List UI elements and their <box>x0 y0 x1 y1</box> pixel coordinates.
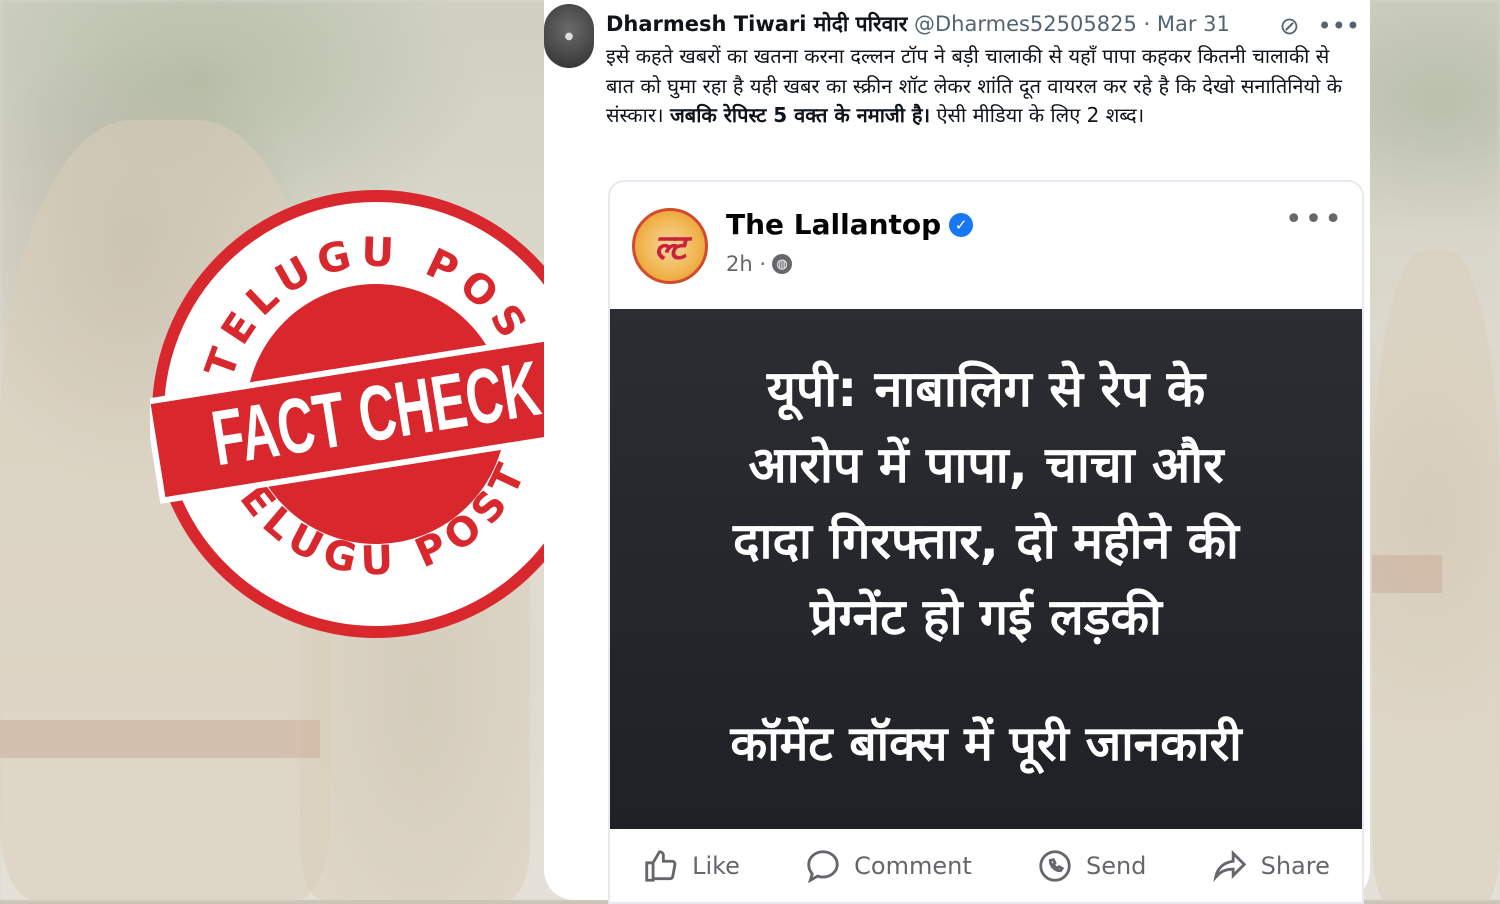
comment-button[interactable]: Comment <box>804 847 972 885</box>
grok-icon[interactable]: ⊘ <box>1279 12 1299 40</box>
whatsapp-icon <box>1039 849 1071 882</box>
post-date[interactable]: Mar 31 <box>1157 12 1230 36</box>
image-subline: कॉमेंट बॉक्स में पूरी जानकारी <box>730 716 1242 772</box>
send-button[interactable]: Send <box>1036 847 1146 885</box>
page-name-label: The Lallantop <box>726 208 942 241</box>
headline-line: दादा गिरफ्तार, दो महीने की <box>732 512 1240 570</box>
headline-line: आरोप में पापा, चाचा और <box>748 436 1224 494</box>
verified-badge-icon: ✓ <box>949 212 974 237</box>
tweet-header: Dharmesh Tiwari मोदी परिवार @Dharmes5250… <box>606 10 1306 38</box>
post-image[interactable]: यूपी: नाबालिग से रेप के आरोप में पापा, च… <box>610 309 1362 829</box>
headline-line: प्रेग्नेंट हो गई लड़की <box>810 588 1162 646</box>
thumbs-up-icon <box>645 849 677 882</box>
lallantop-logo[interactable]: ल्ट <box>632 208 708 284</box>
globe-icon: ◍ <box>772 254 793 274</box>
post-time[interactable]: 2h · ◍ <box>726 252 793 276</box>
share-label: Share <box>1260 851 1330 880</box>
send-label: Send <box>1085 851 1147 880</box>
fact-check-stamp: TELUGU POST TELUGU POST FACT CHECK <box>150 188 602 640</box>
headline-line: यूपी: नाबालिग से रेप के <box>766 360 1206 418</box>
logo-text: ल्ट <box>654 228 686 268</box>
author-handle[interactable]: @Dharmes52505825 <box>914 12 1137 36</box>
tweet-top-actions: ⊘ ••• <box>1279 12 1360 40</box>
page-name[interactable]: The Lallantop ✓ <box>726 208 974 241</box>
tweet-text-part2: ऐसी मीडिया के लिए 2 शब्द। <box>930 103 1145 127</box>
image-headline: यूपी: नाबालिग से रेप के आरोप में पापा, च… <box>610 351 1362 655</box>
author-name[interactable]: Dharmesh Tiwari मोदी परिवार <box>606 12 907 36</box>
comment-label: Comment <box>854 851 972 880</box>
more-options-icon[interactable]: ••• <box>1285 202 1344 237</box>
avatar-icon[interactable]: ● <box>544 4 594 68</box>
like-button[interactable]: Like <box>642 847 740 885</box>
more-options-icon[interactable]: ••• <box>1318 12 1360 40</box>
tweet-text-bold: जबकि रेपिस्ट 5 वक्त के नमाजी है। <box>669 103 931 127</box>
embedded-facebook-post[interactable]: ल्ट The Lallantop ✓ 2h · ◍ ••• यूपी: नाब… <box>608 180 1364 904</box>
separator-dot: · <box>1143 12 1151 36</box>
share-button[interactable]: Share <box>1211 847 1330 885</box>
share-icon <box>1212 849 1246 882</box>
tweet-text: इसे कहते खबरों का खतना करना दल्लन टॉप ने… <box>606 42 1351 131</box>
post-time-label: 2h · <box>726 252 767 276</box>
comment-icon <box>807 849 839 883</box>
post-actions-bar: Like Comment Send Share <box>610 829 1362 902</box>
like-label: Like <box>692 851 740 880</box>
